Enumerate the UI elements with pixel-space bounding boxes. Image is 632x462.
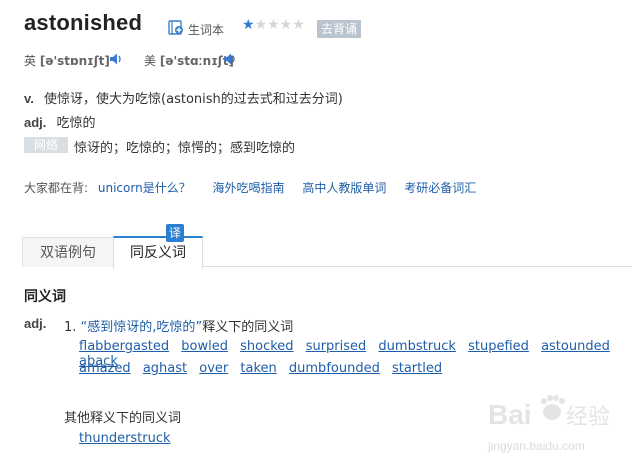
tab-bilingual-examples[interactable]: 双语例句 bbox=[22, 237, 114, 267]
sense-text: 感到惊讶的,吃惊的 bbox=[87, 320, 196, 335]
star-empty-icon: ★ bbox=[254, 17, 268, 33]
baidu-watermark: Bai 经验 jingyan.baidu.com bbox=[486, 392, 632, 462]
star-filled-icon: ★ bbox=[242, 17, 255, 33]
us-label: 美 bbox=[144, 54, 157, 68]
synonym-link[interactable]: surprised bbox=[306, 339, 367, 354]
add-wordbook-icon[interactable] bbox=[168, 19, 184, 35]
synonym-link[interactable]: thunderstruck bbox=[79, 431, 171, 446]
sense-suffix: 释义下的同义词 bbox=[202, 320, 294, 335]
synonym-link[interactable]: over bbox=[199, 361, 228, 376]
star-empty-icon: ★ bbox=[292, 17, 305, 33]
definition-adj: adj. 吃惊的 bbox=[24, 112, 96, 131]
sense-number: 1. bbox=[64, 320, 77, 335]
popular-label: 大家都在背: bbox=[24, 181, 89, 195]
translate-badge: 译 bbox=[166, 224, 184, 242]
popular-link[interactable]: 考研必备词汇 bbox=[404, 181, 476, 195]
wordbook-button[interactable]: 生词本 bbox=[188, 21, 224, 38]
definition-verb: v. 使惊讶，使大为吃惊(astonish的过去式和过去分词) bbox=[24, 88, 343, 107]
watermark-url: jingyan.baidu.com bbox=[487, 439, 585, 453]
popular-link[interactable]: 海外吃喝指南 bbox=[213, 181, 285, 195]
web-definition: 惊讶的；吃惊的；惊愕的；感到吃惊的 bbox=[74, 141, 296, 156]
synonym-sense: 1. “感到惊讶的,吃惊的”释义下的同义词 bbox=[64, 316, 293, 335]
tab-synonyms-antonyms[interactable]: 同反义词 bbox=[113, 236, 203, 269]
synonym-link[interactable]: dumbfounded bbox=[289, 361, 380, 376]
difficulty-rating: ★★★★★ bbox=[242, 17, 305, 33]
synonym-link[interactable]: astounded bbox=[541, 339, 610, 354]
us-phonetic: 美 [ə'stɑːnɪʃt] bbox=[144, 52, 234, 69]
definition-text: 吃惊的 bbox=[56, 116, 96, 131]
synonym-link[interactable]: startled bbox=[392, 361, 442, 376]
us-speaker-icon[interactable] bbox=[222, 51, 238, 67]
synonym-link[interactable]: stupefied bbox=[468, 339, 529, 354]
paw-icon bbox=[541, 395, 565, 420]
synonym-link[interactable]: flabbergasted bbox=[79, 339, 169, 354]
pos-label: adj. bbox=[24, 115, 47, 130]
synonyms-title: 同义词 bbox=[24, 289, 66, 305]
synonym-row-2: amazed aghast over taken dumbfounded sta… bbox=[79, 361, 450, 376]
synonym-pos: adj. bbox=[24, 316, 46, 332]
popular-link[interactable]: unicorn是什么？ bbox=[98, 181, 191, 195]
uk-speaker-icon[interactable] bbox=[108, 51, 124, 67]
uk-label: 英 bbox=[24, 54, 37, 68]
web-tag: 网络 bbox=[24, 137, 68, 153]
synonym-link[interactable]: dumbstruck bbox=[378, 339, 456, 354]
pos-label: v. bbox=[24, 91, 34, 106]
other-synonyms: thunderstruck bbox=[79, 431, 179, 446]
synonym-link[interactable]: bowled bbox=[181, 339, 228, 354]
popular-links: 大家都在背: unicorn是什么？ 海外吃喝指南 高中人教版单词 考研必备词汇 bbox=[24, 179, 476, 196]
star-empty-icon: ★ bbox=[279, 17, 293, 33]
recite-button[interactable]: 去背诵 bbox=[317, 20, 362, 38]
synonym-link[interactable]: taken bbox=[240, 361, 276, 376]
popular-link[interactable]: 高中人教版单词 bbox=[302, 181, 386, 195]
watermark-brand: Bai bbox=[488, 399, 532, 430]
definition-text: 使惊讶，使大为吃惊(astonish的过去式和过去分词) bbox=[44, 92, 343, 107]
watermark-suffix: 经验 bbox=[566, 405, 610, 430]
synonym-link[interactable]: aghast bbox=[143, 361, 187, 376]
star-empty-icon: ★ bbox=[267, 17, 280, 33]
pos-label: adj. bbox=[24, 316, 47, 331]
headword: astonished bbox=[24, 10, 143, 35]
uk-phonetic: 英 [ə'stɒnɪʃt] bbox=[24, 52, 110, 69]
uk-ipa: [ə'stɒnɪʃt] bbox=[39, 54, 110, 68]
synonym-link[interactable]: amazed bbox=[79, 361, 131, 376]
other-synonyms-label: 其他释义下的同义词 bbox=[64, 411, 182, 426]
synonym-link[interactable]: shocked bbox=[240, 339, 293, 354]
